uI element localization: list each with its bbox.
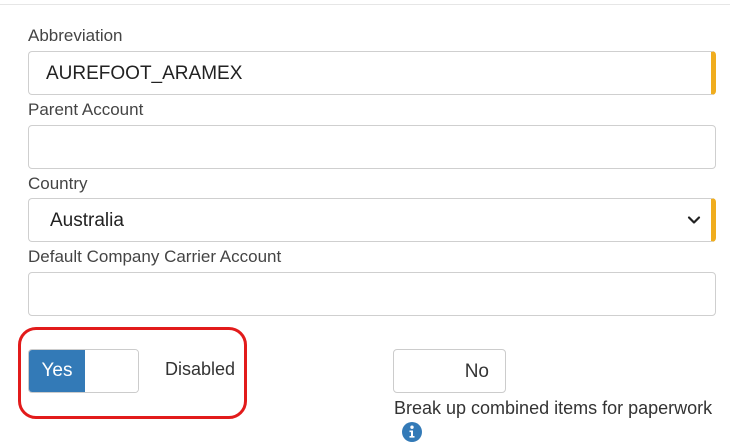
abbreviation-input[interactable]: AUREFOOT_ARAMEX xyxy=(28,51,716,95)
parent-account-label: Parent Account xyxy=(28,100,144,119)
top-divider xyxy=(0,0,730,5)
country-select[interactable]: Australia xyxy=(28,198,716,242)
default-carrier-input[interactable] xyxy=(28,272,716,316)
info-icon[interactable] xyxy=(402,422,422,442)
parent-account-input[interactable] xyxy=(28,125,716,169)
default-carrier-label: Default Company Carrier Account xyxy=(28,247,282,266)
highlight-annotation xyxy=(18,327,247,419)
chevron-down-icon xyxy=(687,216,701,224)
break-up-toggle-off: No xyxy=(464,361,489,382)
abbreviation-value: AUREFOOT_ARAMEX xyxy=(46,63,243,84)
abbreviation-label: Abbreviation xyxy=(28,26,123,45)
country-label: Country xyxy=(28,174,88,193)
break-up-label: Break up combined items for paperwork xyxy=(394,398,713,418)
country-value: Australia xyxy=(50,210,124,231)
break-up-toggle[interactable]: No xyxy=(393,349,506,393)
